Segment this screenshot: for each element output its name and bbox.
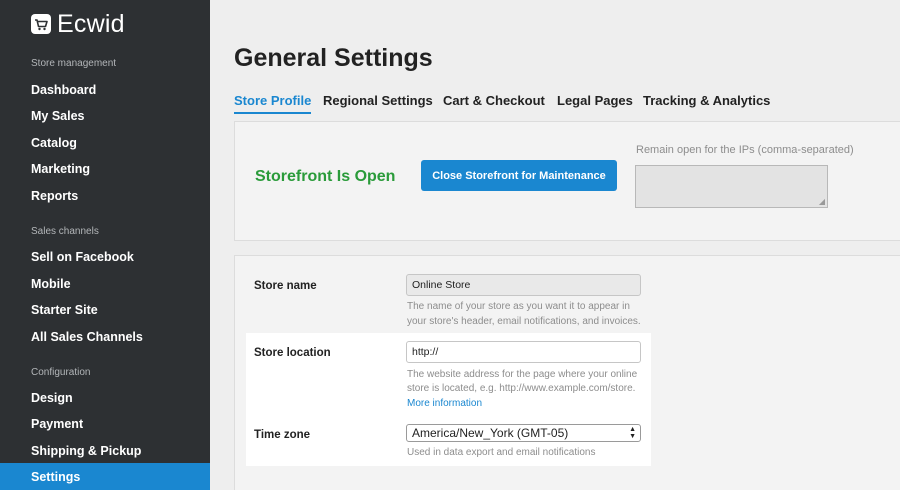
sidebar-heading-sales-channels: Sales channels [31, 226, 99, 237]
close-storefront-button[interactable]: Close Storefront for Maintenance [421, 160, 617, 191]
resize-handle-icon[interactable]: ◢ [819, 198, 825, 206]
sidebar-item-marketing[interactable]: Marketing [31, 161, 90, 177]
tab-legal-pages[interactable]: Legal Pages [557, 93, 633, 109]
sidebar-heading-configuration: Configuration [31, 367, 91, 378]
time-zone-select[interactable]: America/New_York (GMT-05) ▲ ▼ [406, 424, 641, 442]
sidebar-item-design[interactable]: Design [31, 390, 73, 406]
store-name-hint-line-1: The name of your store as you want it to… [407, 301, 630, 312]
app-name: Ecwid [57, 10, 125, 38]
sidebar-item-all-sales-channels[interactable]: All Sales Channels [31, 329, 143, 345]
time-zone-hint: Used in data export and email notificati… [407, 447, 596, 458]
store-location-hint-line-1: The website address for the page where y… [407, 369, 638, 380]
sidebar-item-shipping-pickup[interactable]: Shipping & Pickup [31, 443, 141, 459]
select-arrows-icon: ▲ ▼ [629, 426, 636, 440]
tab-cart-checkout[interactable]: Cart & Checkout [443, 93, 545, 109]
time-zone-label: Time zone [254, 429, 311, 441]
store-location-input[interactable]: http:// [406, 341, 641, 363]
store-location-hint-line-2: store is located, e.g. http://www.exampl… [407, 383, 636, 394]
sidebar-heading-store-management: Store management [31, 58, 117, 69]
allowed-ips-label: Remain open for the IPs (comma-separated… [636, 144, 854, 156]
store-name-input[interactable]: Online Store [406, 274, 641, 296]
sidebar: Ecwid Store management Dashboard My Sale… [0, 0, 210, 490]
app-logo[interactable]: Ecwid [31, 10, 125, 38]
sidebar-item-catalog[interactable]: Catalog [31, 135, 77, 151]
store-name-hint-line-2: your store's header, email notifications… [407, 316, 641, 327]
sidebar-item-settings[interactable]: Settings [0, 463, 210, 490]
tab-regional-settings[interactable]: Regional Settings [323, 93, 433, 109]
sidebar-item-dashboard[interactable]: Dashboard [31, 82, 96, 98]
sidebar-item-my-sales[interactable]: My Sales [31, 108, 85, 124]
store-name-label: Store name [254, 280, 317, 292]
cart-icon [31, 14, 51, 34]
allowed-ips-textarea[interactable]: ◢ [635, 165, 828, 208]
sidebar-item-starter-site[interactable]: Starter Site [31, 302, 98, 318]
sidebar-item-reports[interactable]: Reports [31, 188, 78, 204]
store-location-label: Store location [254, 347, 331, 359]
page-title: General Settings [234, 44, 433, 72]
sidebar-item-sell-on-facebook[interactable]: Sell on Facebook [31, 249, 134, 265]
storefront-status: Storefront Is Open [255, 168, 396, 185]
tab-tracking-analytics[interactable]: Tracking & Analytics [643, 93, 770, 109]
storefront-card: Storefront Is Open Close Storefront for … [234, 121, 900, 241]
time-zone-selected-value: America/New_York (GMT-05) [412, 426, 569, 440]
more-information-link[interactable]: More information [407, 397, 482, 411]
sidebar-item-mobile[interactable]: Mobile [31, 276, 71, 292]
sidebar-item-payment[interactable]: Payment [31, 416, 83, 432]
tab-store-profile[interactable]: Store Profile [234, 93, 312, 114]
